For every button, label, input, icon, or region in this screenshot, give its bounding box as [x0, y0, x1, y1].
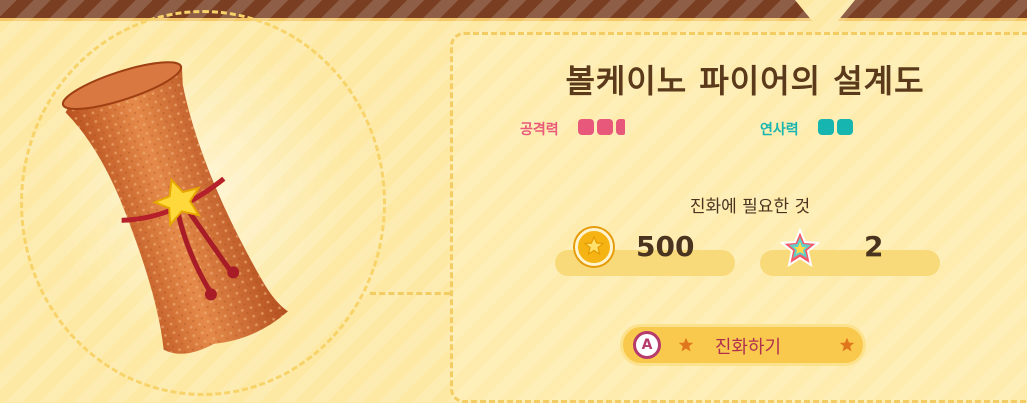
- button-star-icon-right: [839, 337, 855, 352]
- attack-pip-half: [616, 119, 625, 135]
- attack-pip: [578, 119, 594, 135]
- rapid-fire-pip: [837, 119, 853, 135]
- attack-pip: [597, 119, 613, 135]
- evolve-requirement-label: 진화에 필요한 것: [689, 197, 811, 217]
- item-title: 볼케이노 파이어의 설계도: [565, 62, 925, 100]
- rare-stone-cost-value: 2: [864, 230, 884, 263]
- rapid-fire-pip: [818, 119, 834, 135]
- blueprint-scroll-image: [60, 50, 310, 360]
- coin-cost-value: 500: [636, 230, 695, 263]
- panel-connector-line: [370, 292, 450, 295]
- evolve-button-label: 진화하기: [714, 337, 782, 358]
- rapid-fire-stat-label: 연사력: [760, 122, 799, 138]
- attack-stat-label: 공격력: [520, 122, 559, 138]
- rainbow-star-icon: [779, 227, 821, 272]
- evolve-button[interactable]: A 진화하기: [620, 324, 866, 366]
- rapid-fire-stat-gauge: [818, 119, 853, 135]
- attack-stat-gauge: [578, 119, 625, 135]
- a-button-icon: A: [633, 331, 661, 359]
- star-coin-icon: [575, 228, 613, 266]
